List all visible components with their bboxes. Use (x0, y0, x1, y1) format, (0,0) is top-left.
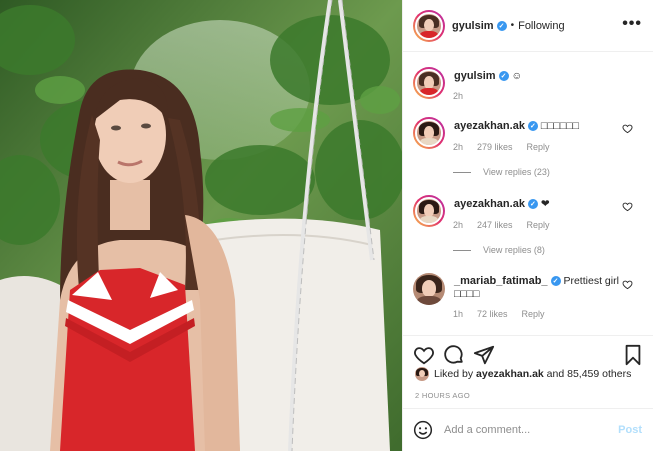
verified-badge-icon: ✓ (498, 71, 509, 82)
comment-like-heart-icon[interactable] (622, 279, 633, 290)
view-replies-label: View replies (23) (483, 167, 550, 177)
verified-badge-icon: ✓ (550, 276, 561, 287)
comment-item: ayezakhan.ak ✓ ❤ 2h 247 likes Reply View … (413, 195, 645, 255)
view-replies-button[interactable]: View replies (23) (453, 167, 645, 177)
divider-line (453, 249, 471, 251)
more-options-icon[interactable]: ••• (622, 16, 642, 32)
share-icon[interactable] (473, 344, 495, 366)
post-timestamp[interactable]: 2 HOURS AGO (415, 391, 470, 400)
separator-dot: • (510, 20, 515, 31)
caption-time[interactable]: 2h (453, 91, 463, 101)
post-comment-button[interactable]: Post (618, 424, 642, 436)
commenter-avatar[interactable] (413, 117, 445, 149)
liker-avatar[interactable] (415, 367, 429, 381)
comment-item: _mariab_fatimab_ ✓ Prettiest girl □□□□ 1h… (413, 273, 645, 319)
comment-input[interactable] (444, 424, 609, 436)
comment-likes[interactable]: 72 likes (477, 309, 508, 319)
comment-likes[interactable]: 247 likes (477, 220, 513, 230)
liked-by-line: Liked by ayezakhan.ak and 85,459 others (415, 367, 631, 381)
comment-time[interactable]: 1h (453, 309, 463, 319)
comment-like-heart-icon[interactable] (622, 201, 633, 212)
caption-username[interactable]: gyulsim (454, 70, 496, 82)
author-username[interactable]: gyulsim (452, 20, 494, 32)
comment-text: ❤ (540, 198, 550, 210)
post-sidebar: gyulsim ✓ • Following ••• gyulsim✓ ☺ 2h (402, 0, 653, 451)
liked-by-rest[interactable]: and 85,459 others (547, 368, 632, 380)
following-button[interactable]: Following (518, 20, 564, 32)
verified-badge-icon: ✓ (527, 121, 538, 132)
caption: gyulsim ✓ ☺ 2h (413, 67, 645, 109)
verified-badge-icon: ✓ (496, 20, 507, 31)
liked-by-prefix: Liked by (434, 368, 474, 380)
view-replies-button[interactable]: View replies (8) (453, 245, 645, 255)
comment-item: ayezakhan.ak ✓ □□□□□□ 2h 279 likes Reply … (413, 117, 645, 177)
bookmark-icon[interactable] (622, 344, 644, 366)
view-replies-label: View replies (8) (483, 245, 545, 255)
comment-username[interactable]: ayezakhan.ak (454, 198, 525, 210)
comment-time[interactable]: 2h (453, 142, 463, 152)
comment-time[interactable]: 2h (453, 220, 463, 230)
comment-icon[interactable] (443, 344, 465, 366)
caption-text: ☺ (511, 70, 523, 82)
comment-like-heart-icon[interactable] (622, 123, 633, 134)
post-photo[interactable] (0, 0, 402, 451)
verified-badge-icon: ✓ (527, 199, 538, 210)
comments-list[interactable]: gyulsim ✓ ☺ 2h ayezakhan.ak ✓ □□□□□□ 2h … (403, 53, 653, 334)
emoji-icon[interactable] (413, 420, 433, 440)
comment-text: □□□□□□ (540, 120, 579, 132)
heart-icon[interactable] (413, 344, 435, 366)
author-avatar[interactable] (413, 9, 445, 42)
photo-illustration (0, 0, 402, 451)
reply-button[interactable]: Reply (522, 309, 545, 319)
caption-avatar[interactable] (413, 67, 445, 99)
post-header: gyulsim ✓ • Following ••• (403, 0, 653, 52)
comment-composer: Post (403, 408, 653, 451)
liked-by-user[interactable]: ayezakhan.ak (476, 368, 544, 380)
reply-button[interactable]: Reply (527, 220, 550, 230)
comment-username[interactable]: _mariab_fatimab_ (454, 275, 548, 287)
divider-line (453, 171, 471, 173)
commenter-avatar[interactable] (413, 273, 445, 305)
commenter-avatar[interactable] (413, 195, 445, 227)
comment-likes[interactable]: 279 likes (477, 142, 513, 152)
comment-username[interactable]: ayezakhan.ak (454, 120, 525, 132)
reply-button[interactable]: Reply (527, 142, 550, 152)
